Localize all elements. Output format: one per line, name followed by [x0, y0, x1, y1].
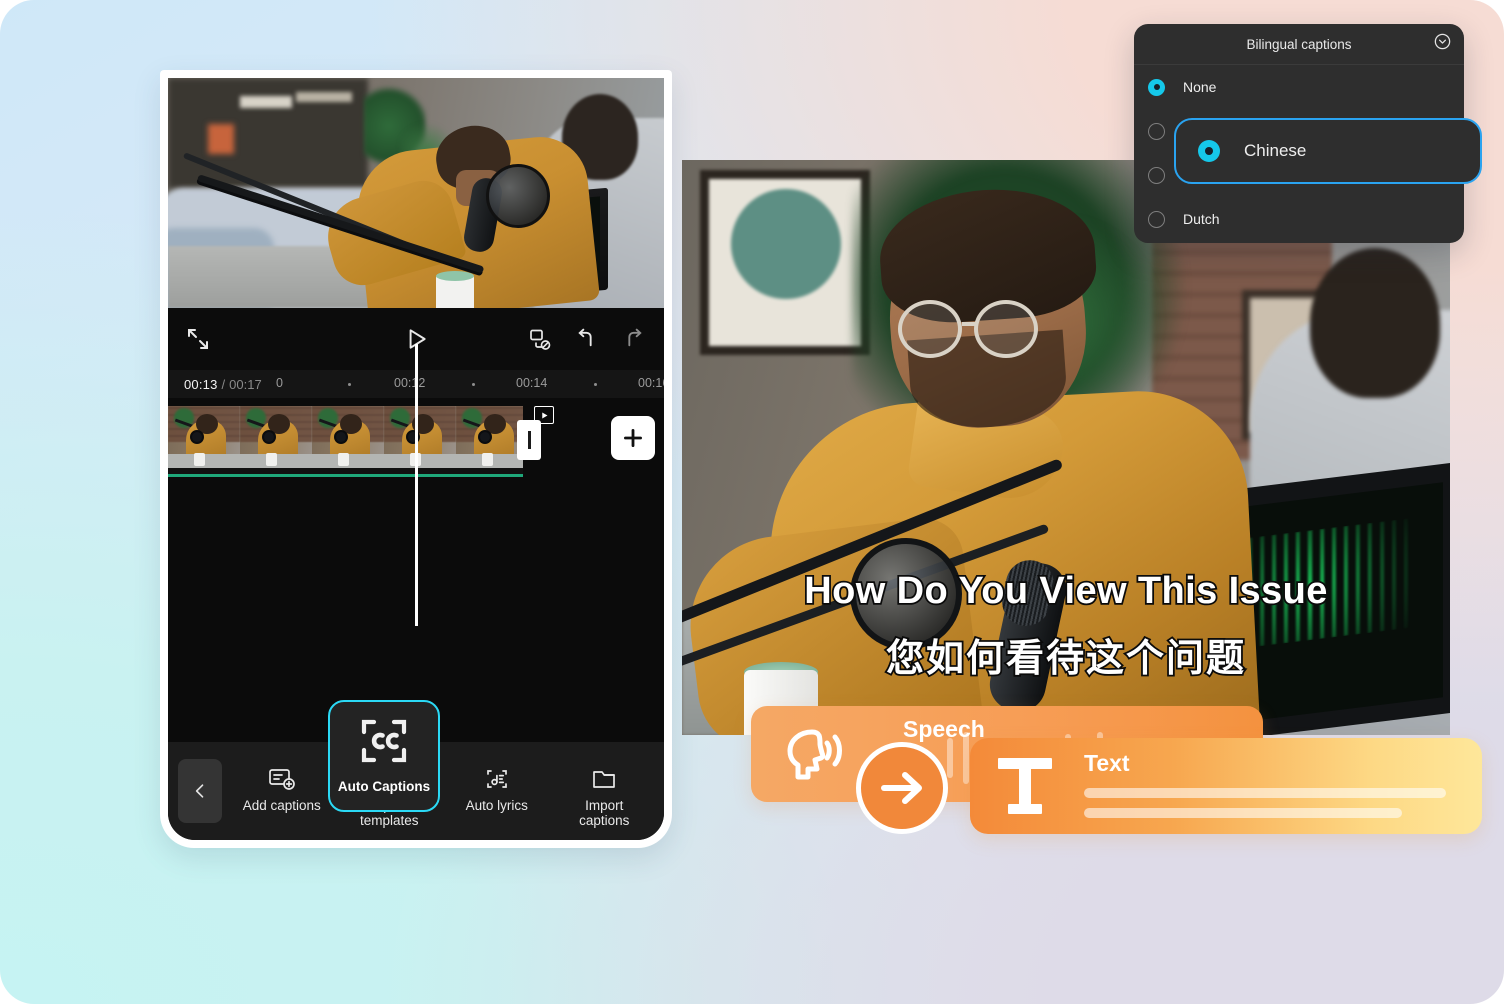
ruler-tick-12: 00:12 [394, 376, 426, 390]
auto-captions-button[interactable]: Auto Captions [328, 700, 440, 812]
current-time-label: 00:13 [184, 376, 218, 392]
radio-option-2[interactable] [1148, 122, 1165, 140]
ruler-tick-14: 00:14 [516, 376, 548, 390]
ruler-tick-0: 0 [276, 376, 283, 390]
expand-icon[interactable] [186, 327, 210, 351]
video-wall-art [700, 170, 870, 355]
text-card[interactable]: Text [970, 738, 1482, 834]
tool-label: Import captions [579, 797, 630, 828]
playhead[interactable] [415, 344, 418, 626]
phone-video-preview[interactable] [168, 78, 664, 308]
pip-disabled-icon[interactable] [528, 327, 552, 351]
panel-header: Bilingual captions [1134, 24, 1464, 65]
text-t-icon [992, 752, 1058, 825]
screenshot-canvas: 00:13 / 00:17 0 00:12 00:14 00:16 [0, 0, 1504, 1004]
player-right-controls [528, 327, 646, 352]
tool-import-captions[interactable]: Import captions [561, 755, 647, 828]
radio-none[interactable] [1148, 78, 1165, 96]
option-label: Chinese [1244, 141, 1307, 160]
trim-handle-icon[interactable] [517, 420, 541, 460]
video-person-glasses [974, 300, 1038, 358]
ruler-dot [594, 383, 597, 386]
video-person-glasses [898, 300, 962, 358]
option-row-none[interactable]: None [1134, 65, 1464, 109]
video-second-person-head [1310, 248, 1440, 398]
tool-label: Add captions [242, 797, 321, 813]
total-time-label: 00:17 [229, 376, 262, 392]
redo-icon[interactable] [621, 327, 646, 352]
ruler-dot [348, 383, 351, 386]
radio-option-3[interactable] [1148, 166, 1165, 184]
phone-mockup: 00:13 / 00:17 0 00:12 00:14 00:16 [160, 70, 672, 848]
tool-list: Add captions Caption templates [222, 755, 664, 828]
ruler-dot [472, 383, 475, 386]
caption-english: How Do You View This Issue [802, 568, 1329, 614]
clip-thumbnail [384, 406, 456, 468]
chevron-left-icon[interactable] [178, 759, 222, 823]
clip-thumbnail [456, 406, 523, 468]
undo-icon[interactable] [574, 327, 599, 352]
option-row-chinese-highlighted[interactable]: Chinese [1174, 118, 1482, 184]
tool-auto-lyrics[interactable]: Auto lyrics [454, 755, 540, 813]
preview-cup-lid [436, 271, 474, 281]
clip-thumbnail [240, 406, 312, 468]
preview-pop-filter [486, 164, 550, 228]
import-captions-icon [591, 763, 617, 791]
panel-title: Bilingual captions [1246, 36, 1352, 52]
phone-screen: 00:13 / 00:17 0 00:12 00:14 00:16 [168, 78, 664, 840]
video-person-glasses-bridge [962, 322, 976, 326]
arrow-right-icon[interactable] [856, 742, 948, 834]
main-video-preview[interactable]: How Do You View This Issue 您如何看待这个问题 [682, 160, 1450, 735]
video-clip[interactable] [168, 406, 523, 474]
text-line [1084, 788, 1446, 798]
auto-lyrics-icon [484, 763, 510, 791]
option-row-dutch[interactable]: Dutch [1134, 197, 1464, 241]
caption-chinese: 您如何看待这个问题 [884, 636, 1246, 682]
option-label: Dutch [1183, 211, 1220, 227]
speech-head-icon [775, 724, 851, 789]
radio-chinese[interactable] [1198, 140, 1220, 162]
tool-label: Auto lyrics [465, 797, 528, 813]
auto-captions-label: Auto Captions [337, 779, 431, 794]
text-label: Text [1084, 750, 1130, 776]
time-separator: / [221, 376, 226, 392]
plus-icon[interactable] [611, 416, 655, 460]
option-label: None [1183, 79, 1217, 95]
ruler-ticks: 0 00:12 00:14 00:16 [276, 370, 664, 398]
tool-add-captions[interactable]: Add captions [239, 755, 325, 813]
chevron-down-circle-icon[interactable] [1434, 33, 1451, 55]
add-captions-icon [268, 763, 296, 791]
clip-thumbnail [312, 406, 384, 468]
preview-book [208, 124, 234, 154]
preview-book [240, 96, 292, 108]
clip-thumbnail [168, 406, 240, 468]
auto-captions-cc-icon [360, 718, 408, 769]
ruler-tick-16: 00:16 [638, 376, 664, 390]
preview-book [296, 92, 352, 102]
text-line [1084, 808, 1402, 818]
timeline-track[interactable] [168, 344, 664, 628]
caption-overlay: How Do You View This Issue 您如何看待这个问题 [682, 568, 1450, 682]
radio-dutch[interactable] [1148, 210, 1165, 228]
speech-label: Speech [903, 716, 985, 742]
clip-audio-indicator [168, 474, 523, 477]
